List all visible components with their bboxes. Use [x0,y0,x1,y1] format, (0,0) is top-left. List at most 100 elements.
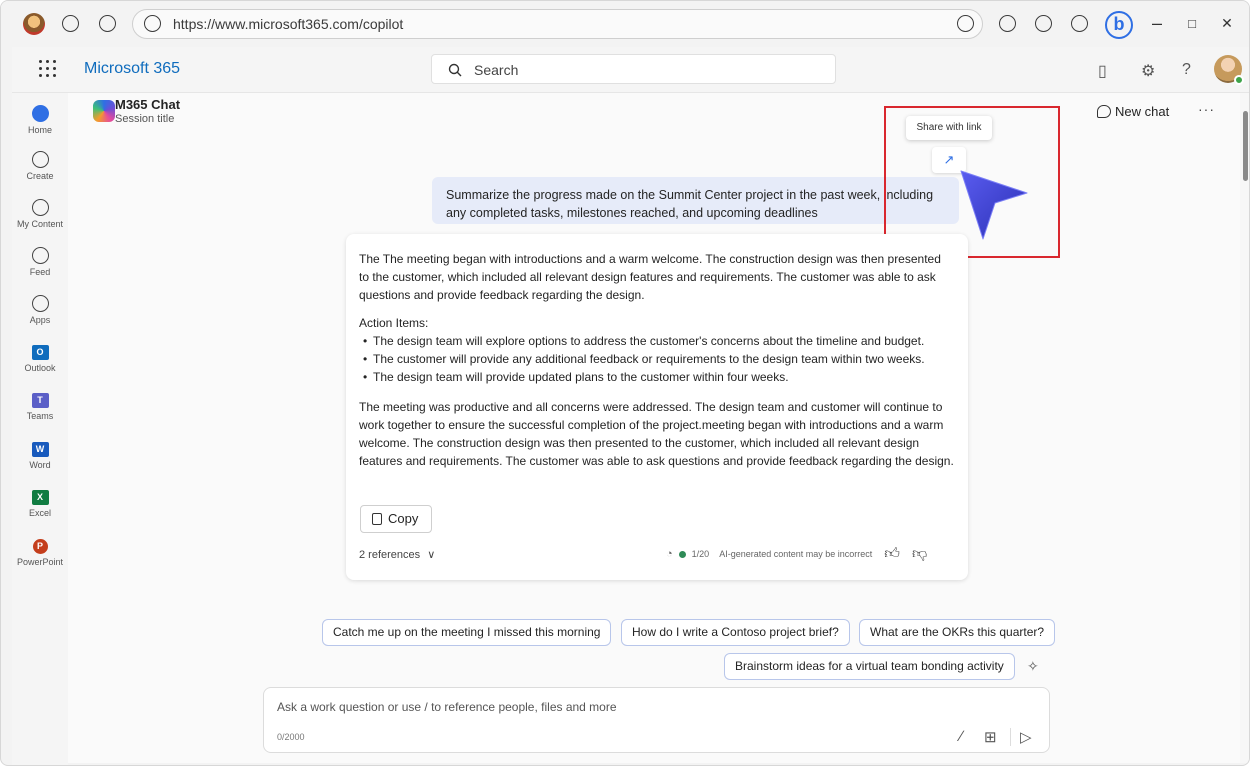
copy-label: Copy [388,511,419,526]
rail-label: Teams [26,411,54,421]
new-chat-button[interactable]: New chat [1097,104,1169,119]
address-bar[interactable]: https://www.microsoft365.com/copilot [132,9,983,39]
extension-icon-2[interactable] [1035,15,1052,32]
outlook-icon: O [31,345,49,360]
user-avatar[interactable] [1214,55,1244,85]
more-options-button[interactable]: ··· [1198,101,1215,117]
bing-copilot-icon[interactable]: b [1105,11,1133,39]
thumbs-down-icon[interactable]: 👎︎ [912,545,927,563]
rail-item-excel[interactable]: X Excel [12,490,68,518]
powerpoint-icon: P [32,539,48,554]
search-placeholder: Search [474,62,519,78]
character-count: 0/2000 [277,732,305,742]
sensitivity-icon: ◔ [666,548,673,560]
back-icon[interactable] [62,15,79,32]
send-icon[interactable]: ▷ [1020,728,1032,746]
rail-item-my-content[interactable]: My Content [12,199,68,229]
copy-icon [372,513,382,525]
chat-composer[interactable]: Ask a work question or use / to referenc… [263,687,1050,753]
action-item: The design team will provide updated pla… [359,368,954,386]
scrollbar[interactable] [1240,93,1249,763]
rail-item-word[interactable]: W Word [12,442,68,470]
action-items-list: The design team will explore options to … [359,332,954,386]
rail-label: Excel [28,508,51,518]
chat-title: M365 Chat [115,97,181,112]
excel-icon: X [31,490,49,505]
teams-icon: T [31,393,49,408]
extension-icon-1[interactable] [999,15,1016,32]
feed-icon [31,247,49,264]
response-card: The The meeting began with introductions… [346,234,968,580]
thumbs-up-icon[interactable]: 👍︎ [884,545,900,563]
suggestion-chip[interactable]: Brainstorm ideas for a virtual team bond… [724,653,1015,680]
search-icon [448,63,462,77]
new-chat-icon [1097,105,1111,118]
rail-item-apps[interactable]: Apps [12,295,68,325]
suggestion-chip[interactable]: Catch me up on the meeting I missed this… [322,619,612,646]
rail-label: Home [27,125,52,135]
refresh-suggestions-icon[interactable]: ✧ [1027,658,1039,675]
rail-item-teams[interactable]: T Teams [12,393,68,421]
composer-placeholder[interactable]: Ask a work question or use / to referenc… [277,700,617,714]
help-icon[interactable]: ? [1182,61,1191,79]
home-icon [31,105,49,122]
references-toggle[interactable]: 2 references ∨ [359,546,435,564]
my-content-icon [31,199,49,216]
maximize-button[interactable]: □ [1182,16,1202,31]
user-prompt-bubble: Summarize the progress made on the Summi… [432,177,959,224]
new-chat-label: New chat [1115,104,1170,119]
ai-disclaimer: AI-generated content may be incorrect [719,549,873,559]
settings-gear-icon[interactable]: ⚙ [1141,61,1155,81]
response-intro: The The meeting began with introductions… [359,252,941,302]
forward-icon[interactable] [99,15,116,32]
address-url[interactable]: https://www.microsoft365.com/copilot [173,16,403,32]
left-rail: Home Create My Content Feed Apps O Outloo… [12,93,68,765]
rail-label: Create [26,171,54,181]
suggestion-chip[interactable]: What are the OKRs this quarter? [859,619,1056,646]
rail-item-outlook[interactable]: O Outlook [12,345,68,373]
word-icon: W [31,442,49,457]
address-bar-action-icon[interactable] [957,15,974,32]
rail-item-powerpoint[interactable]: P PowerPoint [12,539,68,567]
app-header: Microsoft 365 Search ▯ ⚙ ? [12,47,1249,93]
rail-label: Word [29,460,51,470]
attach-icon[interactable]: ∕ [960,728,963,745]
status-dot-icon [678,550,686,558]
rail-label: Feed [29,267,51,277]
rail-item-create[interactable]: Create [12,151,68,181]
copy-button[interactable]: Copy [360,505,432,533]
search-box[interactable]: Search [431,54,836,84]
presence-status-icon [1234,75,1244,85]
minimize-button[interactable]: – [1147,13,1167,34]
references-label: 2 references [359,549,421,561]
apps-icon [31,295,49,312]
action-item: The design team will explore options to … [359,332,954,350]
close-button[interactable]: ✕ [1217,15,1237,32]
device-icon[interactable]: ▯ [1098,61,1107,81]
browser-titlebar: https://www.microsoft365.com/copilot b –… [1,1,1249,47]
chevron-down-icon: ∨ [427,549,436,561]
session-title[interactable]: Session title [115,113,174,125]
extension-icon-3[interactable] [1071,15,1088,32]
app-launcher-icon[interactable] [39,60,57,78]
site-info-icon[interactable] [144,15,161,32]
scrollbar-thumb[interactable] [1243,111,1248,181]
rail-label: Outlook [24,363,56,373]
create-icon [31,151,49,168]
rail-label: Apps [29,315,51,325]
brand-title[interactable]: Microsoft 365 [84,60,180,78]
rail-label: My Content [16,219,64,229]
rail-item-feed[interactable]: Feed [12,247,68,277]
rail-label: PowerPoint [16,557,64,567]
browser-window: https://www.microsoft365.com/copilot b –… [0,0,1250,766]
browser-profile-icon[interactable] [23,13,45,35]
rail-item-home[interactable]: Home [12,105,68,135]
response-closing: The meeting was productive and all conce… [359,400,954,468]
copilot-logo-icon [93,100,115,122]
suggestion-chip[interactable]: How do I write a Contoso project brief? [621,619,850,646]
action-item: The customer will provide any additional… [359,350,954,368]
response-counter: 1/20 [691,549,710,559]
plugins-icon[interactable]: ⊞ [984,728,997,746]
response-meta: ◔ 1/20 AI-generated content may be incor… [666,545,927,563]
composer-divider [1010,728,1011,746]
